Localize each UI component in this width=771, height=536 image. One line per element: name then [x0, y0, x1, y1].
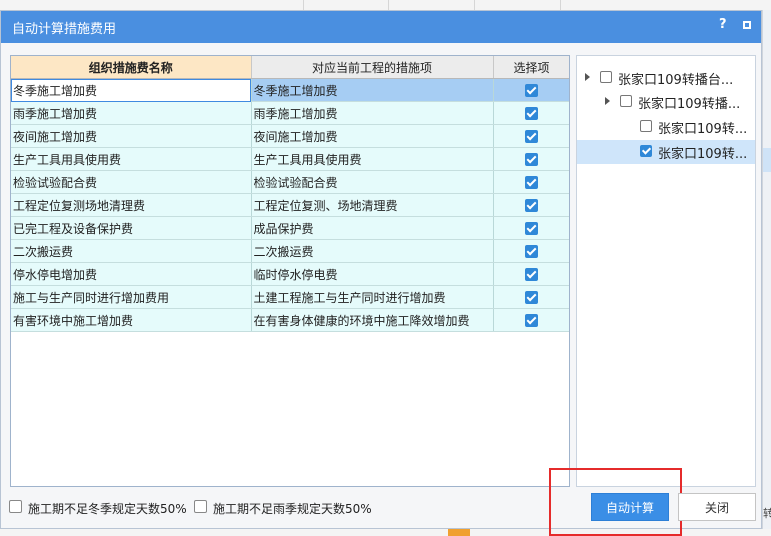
table-row[interactable]: 施工与生产同时进行增加费用 土建工程施工与生产同时进行增加费	[11, 285, 569, 309]
cell-select	[493, 193, 569, 217]
table-row[interactable]: 有害环境中施工增加费 在有害身体健康的环境中施工降效增加费	[11, 308, 569, 332]
table-row[interactable]: 冬季施工增加费 冬季施工增加费	[11, 78, 569, 102]
cell-measure[interactable]: 在有害身体健康的环境中施工降效增加费	[251, 308, 494, 332]
rain-option-label: 施工期不足雨季规定天数50%	[213, 502, 372, 516]
cell-name[interactable]: 生产工具用具使用费	[11, 147, 252, 171]
cell-select	[493, 147, 569, 171]
row-checkbox[interactable]	[525, 84, 538, 97]
winter-option-checkbox[interactable]	[9, 500, 22, 513]
cell-select	[493, 124, 569, 148]
row-checkbox[interactable]	[525, 107, 538, 120]
tree-node[interactable]: 张家口109转播...	[577, 90, 755, 114]
cell-measure[interactable]: 成品保护费	[251, 216, 494, 240]
row-checkbox[interactable]	[525, 176, 538, 189]
tree-checkbox[interactable]	[640, 120, 652, 132]
rain-option-checkbox[interactable]	[194, 500, 207, 513]
dialog-title: 自动计算措施费用	[12, 22, 117, 37]
cell-name[interactable]: 冬季施工增加费	[11, 78, 252, 102]
table-row[interactable]: 工程定位复测场地清理费 工程定位复测、场地清理费	[11, 193, 569, 217]
tree-node-label: 张家口109转播台...	[618, 73, 734, 88]
table-row[interactable]: 检验试验配合费 检验试验配合费	[11, 170, 569, 194]
cell-select	[493, 170, 569, 194]
background-app-strip	[0, 0, 771, 10]
row-checkbox[interactable]	[525, 199, 538, 212]
tree-checkbox[interactable]	[640, 145, 652, 157]
winter-option-label: 施工期不足冬季规定天数50%	[28, 502, 187, 516]
background-orange-tab	[448, 529, 470, 536]
row-checkbox[interactable]	[525, 314, 538, 327]
tree-checkbox[interactable]	[620, 95, 632, 107]
cell-name[interactable]: 二次搬运费	[11, 239, 252, 263]
table-row[interactable]: 已完工程及设备保护费 成品保护费	[11, 216, 569, 240]
header-select[interactable]: 选择项	[493, 56, 569, 79]
cell-name[interactable]: 有害环境中施工增加费	[11, 308, 252, 332]
table-row[interactable]: 夜间施工增加费 夜间施工增加费	[11, 124, 569, 148]
cell-name[interactable]: 工程定位复测场地清理费	[11, 193, 252, 217]
row-checkbox[interactable]	[525, 222, 538, 235]
expand-arrow-icon[interactable]	[585, 73, 590, 81]
dialog-titlebar: 自动计算措施费用 ?	[1, 11, 761, 43]
cell-name[interactable]: 停水停电增加费	[11, 262, 252, 286]
row-checkbox[interactable]	[525, 291, 538, 304]
cell-name[interactable]: 检验试验配合费	[11, 170, 252, 194]
cell-select	[493, 308, 569, 332]
tree-node[interactable]: 张家口109转...	[577, 140, 755, 164]
expand-arrow-icon[interactable]	[605, 97, 610, 105]
table-row[interactable]: 停水停电增加费 临时停水停电费	[11, 262, 569, 286]
row-checkbox[interactable]	[525, 153, 538, 166]
close-button[interactable]: 关闭	[678, 493, 756, 521]
cell-measure[interactable]: 冬季施工增加费	[251, 78, 494, 102]
cell-measure[interactable]: 土建工程施工与生产同时进行增加费	[251, 285, 494, 309]
cell-select	[493, 262, 569, 286]
auto-calc-button[interactable]: 自动计算	[591, 493, 669, 521]
cell-measure[interactable]: 检验试验配合费	[251, 170, 494, 194]
background-app-right-edge: 转	[762, 10, 771, 536]
cell-name[interactable]: 已完工程及设备保护费	[11, 216, 252, 240]
background-selected-row	[763, 148, 771, 172]
row-checkbox[interactable]	[525, 245, 538, 258]
cell-measure[interactable]: 生产工具用具使用费	[251, 147, 494, 171]
table-row[interactable]: 雨季施工增加费 雨季施工增加费	[11, 101, 569, 125]
cell-select	[493, 239, 569, 263]
tree-node-label: 张家口109转播...	[638, 97, 741, 112]
cell-select	[493, 101, 569, 125]
row-checkbox[interactable]	[525, 268, 538, 281]
measures-grid: 组织措施费名称 对应当前工程的措施项 选择项 冬季施工增加费 冬季施工增加费 雨…	[10, 55, 570, 487]
cell-select	[493, 216, 569, 240]
background-edge-text: 转	[763, 507, 771, 520]
cell-measure[interactable]: 二次搬运费	[251, 239, 494, 263]
cell-select	[493, 78, 569, 102]
header-name[interactable]: 组织措施费名称	[11, 56, 252, 79]
tree-node[interactable]: 张家口109转播台...	[577, 66, 755, 90]
cell-measure[interactable]: 工程定位复测、场地清理费	[251, 193, 494, 217]
header-measure[interactable]: 对应当前工程的措施项	[251, 56, 494, 79]
tree-node[interactable]: 张家口109转...	[577, 115, 755, 139]
grid-header-row: 组织措施费名称 对应当前工程的措施项 选择项	[11, 56, 569, 79]
table-row[interactable]: 生产工具用具使用费 生产工具用具使用费	[11, 147, 569, 171]
table-row[interactable]: 二次搬运费 二次搬运费	[11, 239, 569, 263]
tree-node-label: 张家口109转...	[658, 122, 748, 137]
cell-select	[493, 285, 569, 309]
project-tree: 张家口109转播台... 张家口109转播... 张家口109转... 张家口1…	[576, 55, 756, 487]
cell-name[interactable]: 夜间施工增加费	[11, 124, 252, 148]
tree-node-label: 张家口109转...	[658, 147, 748, 162]
row-checkbox[interactable]	[525, 130, 538, 143]
cell-name[interactable]: 施工与生产同时进行增加费用	[11, 285, 252, 309]
auto-calc-dialog: 自动计算措施费用 ? 组织措施费名称 对应当前工程的措施项 选择项 冬季施工增加…	[0, 10, 762, 536]
cell-measure[interactable]: 临时停水停电费	[251, 262, 494, 286]
maximize-icon[interactable]	[743, 21, 751, 29]
help-icon[interactable]: ?	[719, 17, 727, 32]
cell-name[interactable]: 雨季施工增加费	[11, 101, 252, 125]
cell-measure[interactable]: 雨季施工增加费	[251, 101, 494, 125]
tree-checkbox[interactable]	[600, 71, 612, 83]
cell-measure[interactable]: 夜间施工增加费	[251, 124, 494, 148]
